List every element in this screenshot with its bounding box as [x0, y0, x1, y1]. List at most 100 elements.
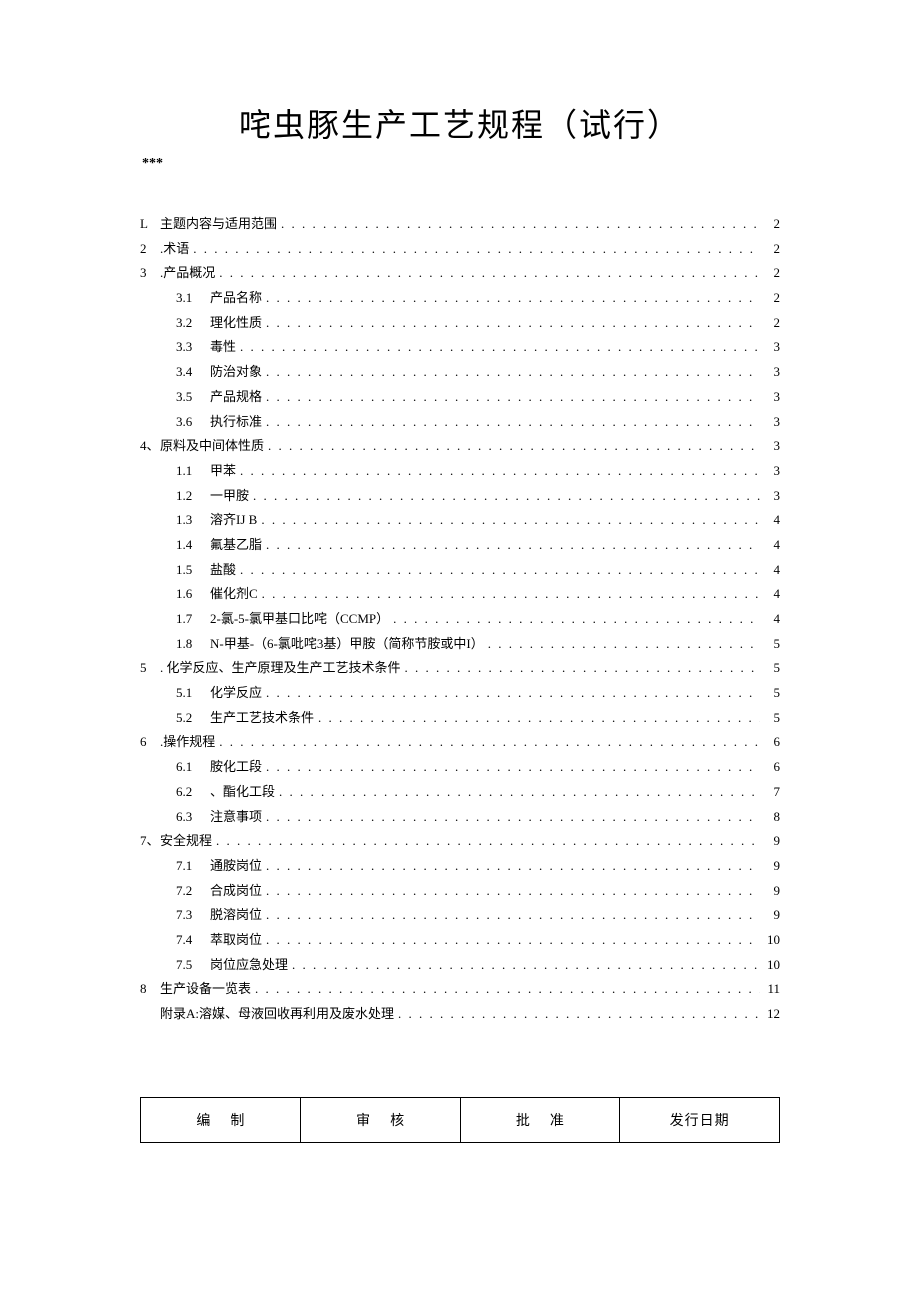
toc-leader-dots [266, 854, 760, 879]
toc-row: 7.5岗位应急处理 10 [140, 953, 780, 978]
toc-number: 3.5 [176, 385, 210, 410]
toc-leader-dots [488, 632, 760, 657]
toc-row: 5.1化学反应 5 [140, 681, 780, 706]
toc-leader-dots [393, 607, 760, 632]
toc-page-number: 3 [764, 459, 780, 484]
toc-page-number: 11 [764, 977, 780, 1002]
toc-row: 1.72-氯-5-氯甲基口比咤（CCMP） 4 [140, 607, 780, 632]
toc-label: 原料及中间体性质 [160, 434, 264, 459]
toc-leader-dots [240, 459, 760, 484]
toc-number: 3.1 [176, 286, 210, 311]
toc-number: 6.1 [176, 755, 210, 780]
toc-leader-dots [292, 953, 760, 978]
toc-row: 4、原料及中间体性质 3 [140, 434, 780, 459]
toc-label: 附录A:溶媒、母液回收再利用及废水处理 [160, 1002, 394, 1027]
toc-label: 产品名称 [210, 286, 262, 311]
toc-row: 7.1通胺岗位 9 [140, 854, 780, 879]
toc-row: 3.3毒性 3 [140, 335, 780, 360]
toc-number: 3 [140, 261, 160, 286]
toc-row: 1.2一甲胺 3 [140, 484, 780, 509]
toc-page-number: 4 [764, 582, 780, 607]
toc-leader-dots [255, 977, 760, 1002]
toc-page-number: 8 [764, 805, 780, 830]
toc-number: 3.6 [176, 410, 210, 435]
toc-page-number: 5 [764, 656, 780, 681]
toc-label: . 化学反应、生产原理及生产工艺技术条件 [160, 656, 401, 681]
toc-row: 6.1胺化工段 6 [140, 755, 780, 780]
toc-leader-dots [193, 237, 760, 262]
toc-row: 7.4萃取岗位 10 [140, 928, 780, 953]
toc-leader-dots [266, 903, 760, 928]
toc-number: 1.7 [176, 607, 210, 632]
footer-cell-review: 审核 [300, 1097, 460, 1142]
toc-number: L [140, 212, 160, 237]
toc-row: 7、安全规程 9 [140, 829, 780, 854]
toc-row: 1.5盐酸 4 [140, 558, 780, 583]
toc-page-number: 6 [764, 730, 780, 755]
footer-signature-table: 编制 审核 批准 发行日期 [140, 1097, 780, 1143]
toc-number: 5.1 [176, 681, 210, 706]
toc-label: 合成岗位 [210, 879, 262, 904]
toc-number: 1.8 [176, 632, 210, 657]
toc-row: 7.3脱溶岗位 9 [140, 903, 780, 928]
toc-page-number: 4 [764, 607, 780, 632]
subtitle: *** [142, 156, 780, 172]
toc-leader-dots [266, 311, 760, 336]
toc-label: .术语 [160, 237, 189, 262]
toc-row: 6.2、酯化工段 7 [140, 780, 780, 805]
toc-leader-dots [266, 879, 760, 904]
toc-label: 生产设备一览表 [160, 977, 251, 1002]
toc-page-number: 9 [764, 854, 780, 879]
toc-number: 7.4 [176, 928, 210, 953]
toc-leader-dots [266, 360, 760, 385]
toc-row: 3.6执行标准 3 [140, 410, 780, 435]
toc-leader-dots [398, 1002, 760, 1027]
toc-label: 脱溶岗位 [210, 903, 262, 928]
page-title: 咤虫豚生产工艺规程（试行） [140, 100, 780, 146]
toc-label: 毒性 [210, 335, 236, 360]
toc-page-number: 3 [764, 335, 780, 360]
toc-number: 1.4 [176, 533, 210, 558]
table-of-contents: L主题内容与适用范围 22.术语 23.产品概况 23.1产品名称 23.2理化… [140, 212, 780, 1027]
toc-row: 1.8N-甲基-（6-氯吡咤3基）甲胺（简称节胺或中I） 5 [140, 632, 780, 657]
toc-number: 7.3 [176, 903, 210, 928]
toc-label: 溶齐IJ B [210, 508, 257, 533]
toc-leader-dots [261, 508, 760, 533]
toc-label: 主题内容与适用范围 [160, 212, 277, 237]
toc-label: 安全规程 [160, 829, 212, 854]
toc-label: 氟基乙脂 [210, 533, 262, 558]
toc-number: 5 [140, 656, 160, 681]
toc-number: 1.2 [176, 484, 210, 509]
footer-cell-approve: 批准 [460, 1097, 620, 1142]
toc-number: 5.2 [176, 706, 210, 731]
toc-label: N-甲基-（6-氯吡咤3基）甲胺（简称节胺或中I） [210, 632, 484, 657]
toc-row: 3.1产品名称 2 [140, 286, 780, 311]
toc-page-number: 12 [764, 1002, 780, 1027]
toc-label: 萃取岗位 [210, 928, 262, 953]
toc-page-number: 2 [764, 311, 780, 336]
toc-page-number: 10 [764, 928, 780, 953]
toc-row: 8生产设备一览表 11 [140, 977, 780, 1002]
toc-number: 1.6 [176, 582, 210, 607]
toc-page-number: 2 [764, 286, 780, 311]
toc-leader-dots [268, 434, 760, 459]
toc-number: 3.4 [176, 360, 210, 385]
toc-label: 化学反应 [210, 681, 262, 706]
toc-page-number: 6 [764, 755, 780, 780]
toc-page-number: 3 [764, 410, 780, 435]
toc-label: 通胺岗位 [210, 854, 262, 879]
toc-leader-dots [281, 212, 760, 237]
toc-page-number: 2 [764, 261, 780, 286]
toc-number: 8 [140, 977, 160, 1002]
toc-page-number: 5 [764, 706, 780, 731]
toc-label: 生产工艺技术条件 [210, 706, 314, 731]
toc-page-number: 5 [764, 632, 780, 657]
toc-page-number: 3 [764, 385, 780, 410]
toc-leader-dots [266, 755, 760, 780]
toc-label: 注意事项 [210, 805, 262, 830]
toc-label: 一甲胺 [210, 484, 249, 509]
toc-leader-dots [266, 928, 760, 953]
toc-leader-dots [318, 706, 760, 731]
toc-page-number: 9 [764, 903, 780, 928]
toc-leader-dots [266, 410, 760, 435]
